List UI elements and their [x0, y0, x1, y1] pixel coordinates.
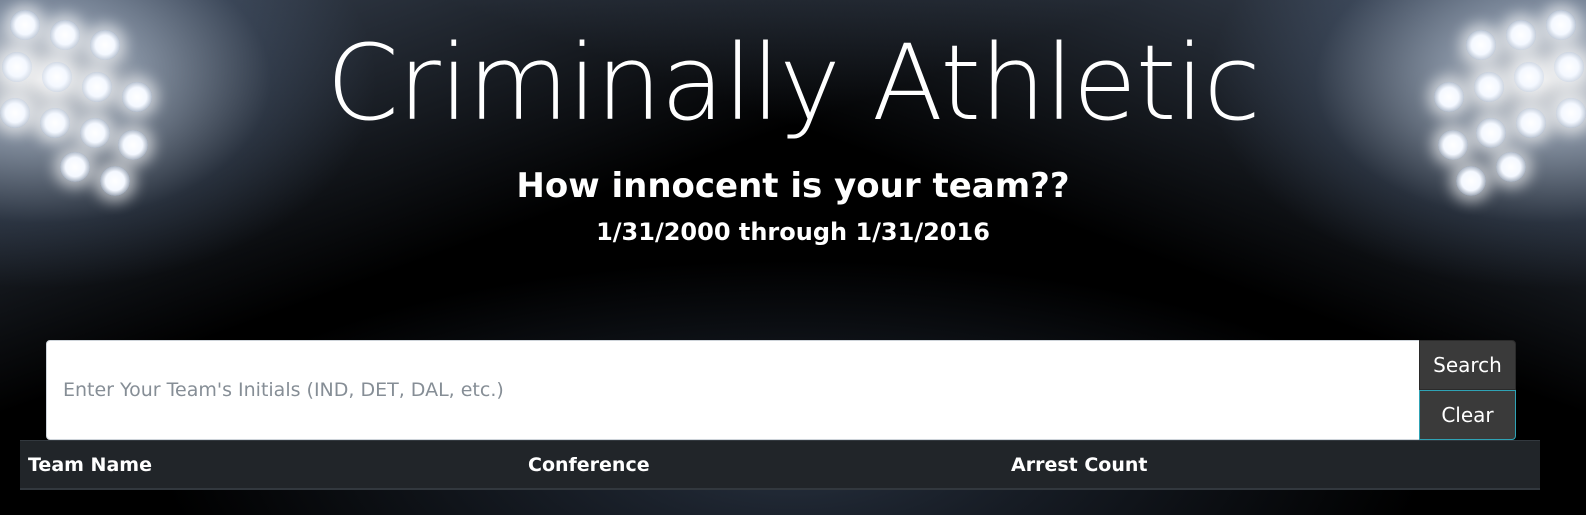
column-header-arrest-count[interactable]: Arrest Count — [1003, 440, 1540, 490]
results-table: Team Name Conference Arrest Count — [20, 440, 1540, 490]
column-header-conference[interactable]: Conference — [520, 440, 1003, 490]
clear-button[interactable]: Clear — [1419, 390, 1516, 440]
app-title: Criminally Athletic — [326, 22, 1260, 144]
page-subtitle: How innocent is your team?? — [516, 166, 1070, 206]
search-bar: Search Clear — [46, 340, 1516, 440]
team-search-input[interactable] — [46, 340, 1420, 440]
date-range: 1/31/2000 through 1/31/2016 — [596, 218, 990, 246]
search-button[interactable]: Search — [1419, 340, 1516, 390]
table-header-row: Team Name Conference Arrest Count — [20, 440, 1540, 490]
column-header-team-name[interactable]: Team Name — [20, 440, 520, 490]
page-background: Criminally Athletic How innocent is your… — [0, 0, 1586, 515]
